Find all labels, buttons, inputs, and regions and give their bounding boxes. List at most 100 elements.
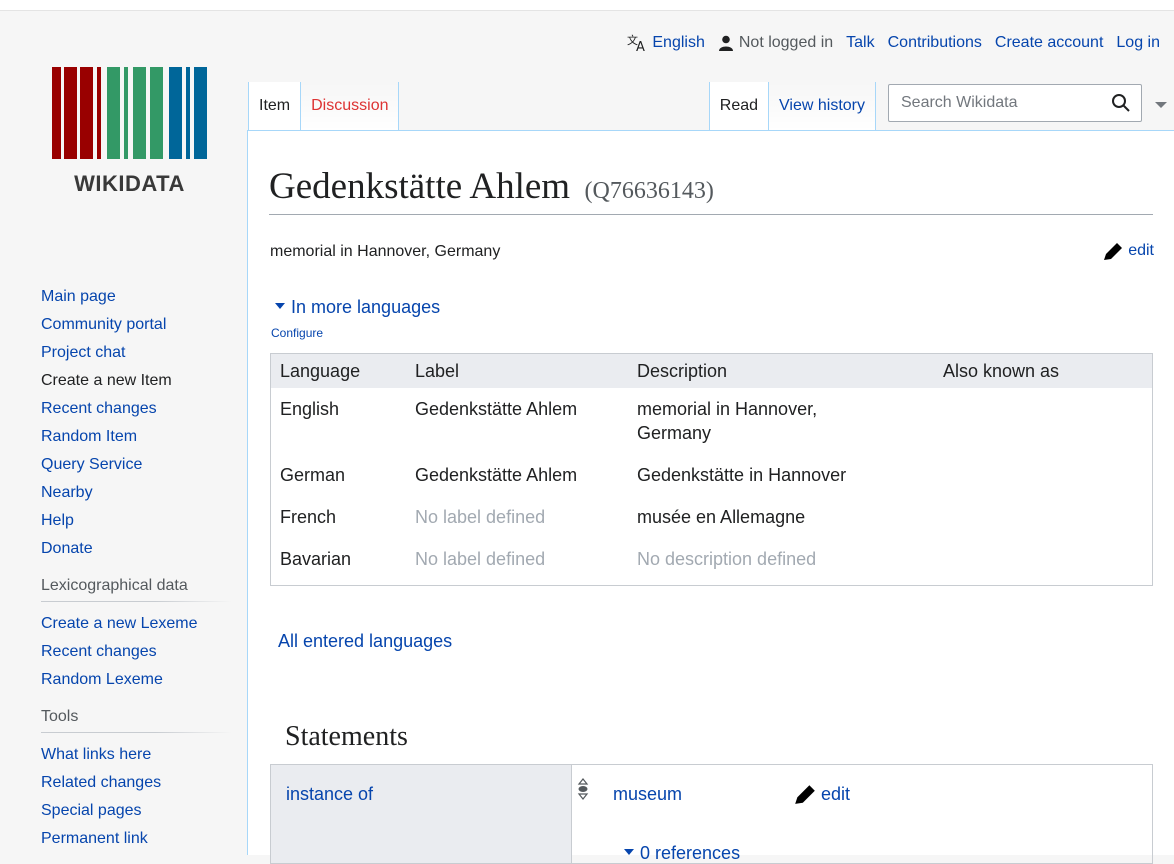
tools-heading: Tools: [41, 708, 231, 733]
svg-text:A: A: [636, 40, 645, 52]
sidebar-item-community-portal[interactable]: Community portal: [41, 311, 231, 339]
translate-icon: 文 A: [627, 34, 645, 52]
page-heading: Gedenkstätte Ahlem (Q76636143): [269, 165, 1153, 215]
in-more-languages-toggle[interactable]: In more languages: [274, 297, 440, 318]
table-header-row: Language Label Description Also known as: [270, 353, 1153, 388]
sidebar-item-related-changes[interactable]: Related changes: [41, 769, 231, 797]
statement-property: instance of: [271, 765, 572, 863]
sidebar-item-permanent-link[interactable]: Permanent link: [41, 825, 231, 853]
languages-table: Language Label Description Also known as…: [270, 353, 1153, 586]
language-link[interactable]: English: [652, 34, 704, 52]
statement-edit-link[interactable]: edit: [821, 784, 850, 805]
sidebar-item-what-links-here[interactable]: What links here: [41, 741, 231, 769]
chevron-down-icon: [1155, 102, 1167, 108]
property-link[interactable]: instance of: [286, 784, 373, 805]
talk-link[interactable]: Talk: [846, 34, 874, 52]
rank-icon: [577, 778, 589, 800]
column-also-known-as: Also known as: [934, 353, 1153, 388]
language-selector[interactable]: 文 A English: [627, 34, 704, 52]
personal-tools: 文 A English Not logged in Talk Contribut…: [614, 34, 1160, 52]
sidebar-navigation: Main page Community portal Project chat …: [41, 283, 231, 563]
user-status: Not logged in: [718, 34, 833, 52]
description-edit-button[interactable]: edit: [1102, 241, 1154, 261]
edit-link[interactable]: edit: [1128, 242, 1154, 260]
column-language: Language: [270, 353, 406, 388]
tab-view-history[interactable]: View history: [769, 82, 876, 130]
user-icon: [718, 35, 733, 51]
sidebar-item-help[interactable]: Help: [41, 507, 231, 535]
item-id: (Q76636143): [584, 178, 714, 204]
search-input[interactable]: [899, 93, 1111, 113]
cell-label: No label defined: [415, 549, 546, 569]
lexicographical-heading: Lexicographical data: [41, 577, 231, 602]
sidebar: Main page Community portal Project chat …: [41, 283, 231, 853]
references-link[interactable]: 0 references: [640, 843, 740, 863]
statement-group: instance of museum edit 0 references: [270, 764, 1153, 864]
not-logged-in-text: Not logged in: [738, 34, 834, 51]
log-in-link[interactable]: Log in: [1116, 34, 1160, 52]
references-toggle[interactable]: 0 references: [623, 843, 740, 864]
logo-wordmark: WIKIDATA: [74, 171, 185, 196]
tools-links: What links here Related changes Special …: [41, 741, 231, 853]
cell-label: No label defined: [415, 507, 546, 527]
sidebar-item-query-service[interactable]: Query Service: [41, 451, 231, 479]
configure-link[interactable]: Configure: [271, 326, 323, 340]
cell-language: French: [280, 507, 337, 527]
sidebar-item-nearby[interactable]: Nearby: [41, 479, 231, 507]
logo-barcode: [52, 67, 207, 159]
sidebar-item-project-chat[interactable]: Project chat: [41, 339, 231, 367]
sidebar-item-main-page[interactable]: Main page: [41, 283, 231, 311]
cell-label: Gedenkstätte Ahlem: [415, 399, 578, 419]
table-row: French No label defined musée en Allemag…: [271, 496, 1153, 538]
sidebar-item-lexeme-recent-changes[interactable]: Recent changes: [41, 638, 231, 666]
cell-aka: [934, 538, 1153, 586]
triangle-down-icon: [624, 849, 634, 855]
search-box: [888, 84, 1142, 122]
column-label: Label: [406, 353, 628, 388]
sidebar-item-donate[interactable]: Donate: [41, 535, 231, 563]
in-more-languages-link[interactable]: In more languages: [291, 297, 440, 317]
more-menu[interactable]: [1148, 82, 1174, 130]
column-description: Description: [628, 353, 934, 388]
cell-aka: [934, 496, 1153, 538]
sidebar-item-random-lexeme[interactable]: Random Lexeme: [41, 666, 231, 694]
tab-item[interactable]: Item: [248, 82, 302, 130]
cell-label: Gedenkstätte Ahlem: [415, 465, 578, 485]
main-content: Gedenkstätte Ahlem (Q76636143) memorial …: [247, 130, 1174, 864]
cell-description: Gedenkstätte in Hannover: [637, 465, 847, 485]
namespace-tabs: Item Discussion: [248, 82, 400, 130]
table-row: German Gedenkstätte Ahlem Gedenkstätte i…: [271, 454, 1153, 496]
cell-description: musée en Allemagne: [637, 507, 806, 527]
rank-selector[interactable]: [577, 777, 589, 806]
page-title: Gedenkstätte Ahlem: [269, 166, 571, 207]
tab-discussion[interactable]: Discussion: [301, 82, 400, 130]
top-border: [0, 0, 1174, 11]
tab-read[interactable]: Read: [708, 82, 770, 130]
table-row: Bavarian No label defined No description…: [271, 538, 1153, 586]
table-row: English Gedenkstätte Ahlem memorial in H…: [271, 388, 1153, 454]
cell-description: memorial in Hannover, Germany: [637, 399, 818, 443]
statement-edit-button[interactable]: edit: [793, 783, 850, 805]
cell-aka: [934, 454, 1153, 496]
lexicographical-links: Create a new Lexeme Recent changes Rando…: [41, 610, 231, 694]
sidebar-item-create-new-item[interactable]: Create a new Item: [41, 367, 231, 395]
cell-description: No description defined: [637, 549, 817, 569]
item-description: memorial in Hannover, Germany: [270, 243, 501, 260]
pencil-icon: [795, 785, 815, 804]
cell-language: German: [280, 465, 346, 485]
sidebar-item-create-lexeme[interactable]: Create a new Lexeme: [41, 610, 231, 638]
cell-language: English: [280, 399, 340, 419]
sidebar-item-random-item[interactable]: Random Item: [41, 423, 231, 451]
view-tabs: Read View history: [708, 82, 1174, 130]
create-account-link[interactable]: Create account: [995, 34, 1104, 52]
triangle-down-icon: [275, 303, 285, 309]
sidebar-item-recent-changes[interactable]: Recent changes: [41, 395, 231, 423]
wikidata-logo[interactable]: WIKIDATA: [52, 67, 207, 197]
cell-aka: [934, 388, 1153, 454]
cell-language: Bavarian: [280, 549, 352, 569]
sidebar-item-special-pages[interactable]: Special pages: [41, 797, 231, 825]
statement-value-link[interactable]: museum: [613, 784, 682, 805]
contributions-link[interactable]: Contributions: [888, 34, 982, 52]
search-icon[interactable]: [1111, 93, 1131, 113]
all-entered-languages-link[interactable]: All entered languages: [278, 631, 452, 652]
